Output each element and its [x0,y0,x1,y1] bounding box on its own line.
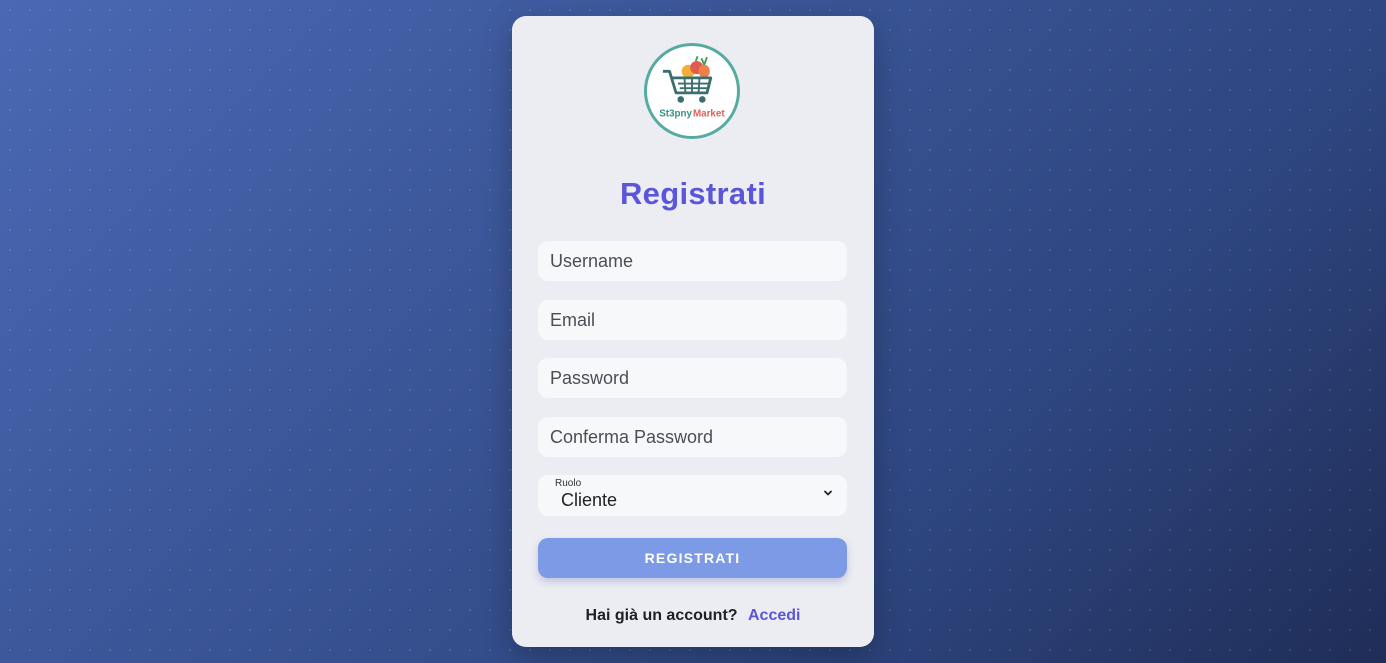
email-input[interactable] [538,300,847,340]
role-select-value: Cliente [561,490,618,510]
shopping-cart-icon: St3pny Market [659,55,725,119]
svg-text:St3pny: St3pny [659,108,692,119]
confirm-password-input[interactable] [538,417,847,457]
login-prompt-text: Hai già un account? [585,607,738,624]
login-link[interactable]: Accedi [748,607,800,624]
logo: St3pny Market [644,43,740,139]
role-select-label: Ruolo [555,478,582,489]
chevron-down-icon [824,490,832,496]
login-prompt: Hai già un account? Accedi [512,607,874,625]
password-input[interactable] [538,358,847,398]
svg-text:Market: Market [693,108,725,119]
page-title: Registrati [620,176,766,211]
register-card: St3pny Market Registrati Ruolo Cliente R… [512,16,874,647]
username-input[interactable] [538,241,847,281]
role-select[interactable]: Ruolo Cliente [538,475,847,516]
register-button[interactable]: REGISTRATI [538,538,847,578]
